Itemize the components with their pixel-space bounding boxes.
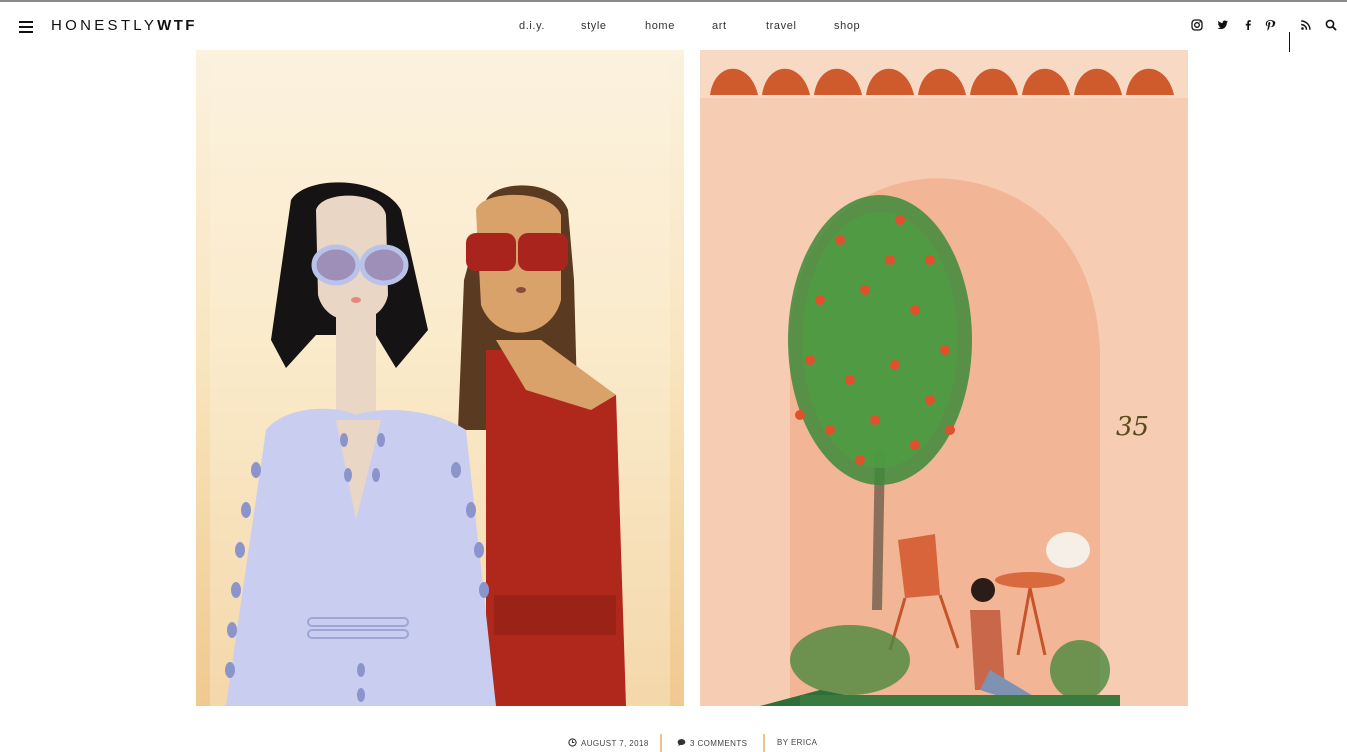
facebook-icon[interactable] xyxy=(1242,18,1256,32)
post-comments-text: 3 COMMENTS xyxy=(690,739,748,748)
post-comments[interactable]: 3 COMMENTS xyxy=(677,738,747,748)
post-meta: AUGUST 7, 2018 3 COMMENTS BY ERICA xyxy=(216,734,1168,752)
twitter-icon[interactable] xyxy=(1217,18,1231,32)
house-number: 35 xyxy=(1116,412,1149,442)
header-divider xyxy=(1289,32,1290,52)
post-date[interactable]: AUGUST 7, 2018 xyxy=(568,738,649,748)
comment-icon xyxy=(677,739,686,747)
rss-icon[interactable] xyxy=(1300,18,1314,32)
meta-separator xyxy=(660,734,662,752)
social-links xyxy=(0,18,1347,52)
clock-icon xyxy=(568,738,577,747)
post-date-text: AUGUST 7, 2018 xyxy=(581,739,649,748)
site-header: HONESTLYWTF d.i.y. style home art travel… xyxy=(0,2,1347,52)
artwork-orange-tree[interactable]: 35 xyxy=(700,50,1188,706)
meta-separator xyxy=(763,734,765,752)
instagram-icon[interactable] xyxy=(1191,18,1205,32)
post-card: AUGUST 7, 2018 3 COMMENTS BY ERICA xyxy=(216,706,1168,752)
post-author[interactable]: BY ERICA xyxy=(777,738,817,747)
two-women-illustration xyxy=(196,50,684,706)
orange-tree-illustration: 35 xyxy=(700,50,1188,706)
pinterest-icon[interactable] xyxy=(1264,18,1278,32)
artwork-two-women[interactable] xyxy=(196,50,684,706)
search-icon[interactable] xyxy=(1325,18,1339,32)
